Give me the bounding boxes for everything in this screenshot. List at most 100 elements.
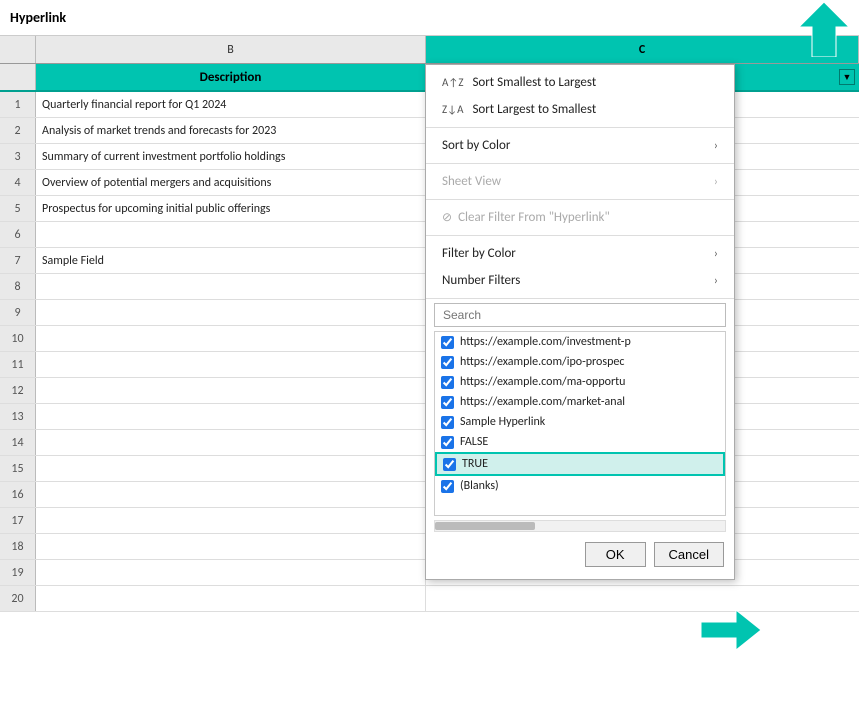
menu-item-filter-color[interactable]: Filter by Color › [426,240,734,267]
cell-description [36,482,426,507]
filter-item-label: TRUE [462,457,488,471]
menu-separator-2 [426,163,734,164]
row-num: 3 [0,144,36,169]
filter-list[interactable]: https://example.com/investment-p https:/… [434,331,726,516]
cell-description [36,274,426,299]
row-num: 18 [0,534,36,559]
chevron-right-icon: › [714,175,718,189]
filter-item[interactable]: Sample Hyperlink [435,412,725,432]
sort-asc-icon: A↑Z [442,76,463,89]
row-num: 8 [0,274,36,299]
row-num: 17 [0,508,36,533]
filter-item-label: Sample Hyperlink [460,415,545,429]
filter-checkbox[interactable] [441,416,454,429]
filter-dropdown-menu: A↑Z Sort Smallest to Largest Z↓A Sort La… [425,64,735,580]
row-num: 1 [0,92,36,117]
title-text: Hyperlink [10,9,66,26]
row-num: 15 [0,456,36,481]
right-arrow-annotation [701,610,761,650]
row-num: 7 [0,248,36,273]
cell-description [36,326,426,351]
row-num: 2 [0,118,36,143]
filter-item-label: https://example.com/ipo-prospec [460,355,624,369]
cell-description [36,508,426,533]
cell-description [36,586,426,611]
filter-item-true[interactable]: TRUE [435,452,725,476]
col-header-b: B [36,36,426,63]
header-rownum [0,64,36,90]
row-num: 5 [0,196,36,221]
filter-button[interactable]: ▼ [839,69,855,85]
filter-horizontal-scrollbar[interactable] [434,520,726,532]
menu-item-sort-color[interactable]: Sort by Color › [426,132,734,159]
filter-item[interactable]: https://example.com/investment-p [435,332,725,352]
title-bar: Hyperlink [0,0,859,36]
table-row: 20 [0,586,859,612]
chevron-right-icon: › [714,247,718,261]
filter-checkbox[interactable] [441,480,454,493]
cell-description [36,534,426,559]
cell-description: Quarterly financial report for Q1 2024 [36,92,426,117]
search-input[interactable] [434,303,726,327]
filter-item-label: https://example.com/market-anal [460,395,625,409]
cell-description [36,456,426,481]
filter-checkbox[interactable] [441,396,454,409]
filter-checkbox[interactable] [443,458,456,471]
filter-item-label: https://example.com/ma-opportu [460,375,625,389]
row-num: 13 [0,404,36,429]
cell-description [36,430,426,455]
filter-item-label: (Blanks) [460,479,499,493]
filter-clear-icon: ⊘ [442,210,452,225]
filter-item[interactable]: FALSE [435,432,725,452]
header-description: Description [36,64,426,90]
menu-item-sheet-view: Sheet View › [426,168,734,195]
corner-cell [0,36,36,63]
filter-item[interactable]: https://example.com/ma-opportu [435,372,725,392]
column-letters-row: B C [0,36,859,64]
filter-item-blanks[interactable]: (Blanks) [435,476,725,496]
filter-checkbox[interactable] [441,436,454,449]
search-box [434,303,726,327]
cell-hyperlink [426,586,859,611]
row-num: 16 [0,482,36,507]
chevron-right-icon: › [714,139,718,153]
menu-item-number-filters[interactable]: Number Filters › [426,267,734,294]
row-num: 10 [0,326,36,351]
filter-checkbox[interactable] [441,356,454,369]
cell-description [36,560,426,585]
down-arrow-annotation [799,2,849,57]
cell-description: Summary of current investment portfolio … [36,144,426,169]
menu-item-sort-desc[interactable]: Z↓A Sort Largest to Smallest [426,96,734,123]
menu-separator-1 [426,127,734,128]
cell-description [36,300,426,325]
filter-checkbox[interactable] [441,336,454,349]
filter-item[interactable]: https://example.com/market-anal [435,392,725,412]
cell-description [36,404,426,429]
filter-scroll-thumb [435,522,535,530]
menu-item-clear-filter: ⊘ Clear Filter From "Hyperlink" [426,204,734,231]
dialog-buttons: OK Cancel [426,534,734,575]
row-num: 12 [0,378,36,403]
menu-separator-5 [426,298,734,299]
cell-description [36,378,426,403]
cell-description [36,222,426,247]
menu-item-sort-asc[interactable]: A↑Z Sort Smallest to Largest [426,69,734,96]
cell-description: Prospectus for upcoming initial public o… [36,196,426,221]
ok-button[interactable]: OK [585,542,646,567]
row-num: 20 [0,586,36,611]
row-num: 9 [0,300,36,325]
row-num: 11 [0,352,36,377]
filter-checkbox[interactable] [441,376,454,389]
filter-item[interactable]: https://example.com/ipo-prospec [435,352,725,372]
sort-desc-icon: Z↓A [442,103,463,116]
row-num: 19 [0,560,36,585]
menu-separator-3 [426,199,734,200]
filter-item-label: https://example.com/investment-p [460,335,631,349]
chevron-right-icon: › [714,274,718,288]
cell-description: Sample Field [36,248,426,273]
filter-item-label: FALSE [460,435,488,449]
cell-description: Overview of potential mergers and acquis… [36,170,426,195]
cell-description [36,352,426,377]
cancel-button[interactable]: Cancel [654,542,724,567]
row-num: 14 [0,430,36,455]
